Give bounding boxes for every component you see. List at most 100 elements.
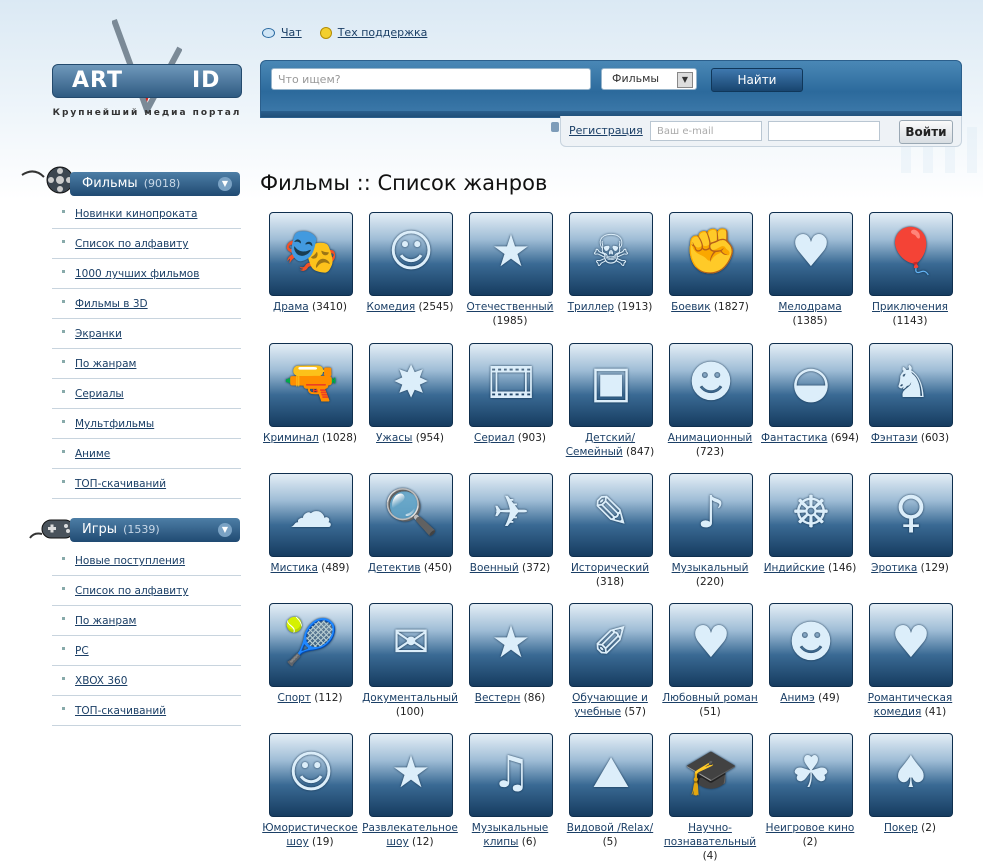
genre-tile[interactable]: 🎞 (469, 343, 553, 427)
sidebar-games-item[interactable]: XBOX 360 (52, 666, 241, 696)
genre-tile[interactable]: ☠ (569, 212, 653, 296)
login-button[interactable]: Войти (899, 120, 953, 144)
sidebar-films-link[interactable]: Сериалы (75, 388, 124, 400)
genre-tile[interactable]: ★ (469, 212, 553, 296)
genre-tile[interactable]: ◒ (769, 343, 853, 427)
sidebar-films-item[interactable]: Экранки (52, 319, 241, 349)
sidebar-films-item[interactable]: 1000 лучших фильмов (52, 259, 241, 289)
genre-link[interactable]: Драма (273, 301, 309, 313)
genre-tile[interactable]: ★ (469, 603, 553, 687)
genre-link[interactable]: Спорт (278, 692, 311, 704)
genre-tile[interactable]: ♀ (869, 473, 953, 557)
sidebar-films-link[interactable]: 1000 лучших фильмов (75, 268, 199, 280)
genre-tile[interactable]: ☻ (769, 603, 853, 687)
genre-tile[interactable]: ✈ (469, 473, 553, 557)
sidebar-films-link[interactable]: Список по алфавиту (75, 238, 188, 250)
genre-link[interactable]: Детектив (368, 562, 421, 574)
genre-tile[interactable]: ♪ (669, 473, 753, 557)
genre-tile[interactable]: ♫ (469, 733, 553, 817)
support-link[interactable]: Тех поддержка (319, 26, 427, 39)
sidebar-films-link[interactable]: Фильмы в 3D (75, 298, 148, 310)
genre-tile[interactable]: ♥ (669, 603, 753, 687)
genre-link[interactable]: Документальный (362, 692, 458, 704)
genre-link[interactable]: Научно-познавательный (664, 822, 756, 848)
genre-link[interactable]: Исторический (571, 562, 649, 574)
chevron-down-icon[interactable]: ▼ (677, 72, 693, 88)
genre-tile[interactable]: ☺ (369, 212, 453, 296)
sidebar-films-header[interactable]: Фильмы (9018) ▼ (70, 172, 240, 196)
genre-tile[interactable]: ☘ (769, 733, 853, 817)
genre-tile[interactable]: ✎ (569, 473, 653, 557)
genre-link[interactable]: Музыкальные клипы (472, 822, 548, 848)
genre-tile[interactable]: ⛰ (569, 733, 653, 817)
sidebar-games-item[interactable]: PC (52, 636, 241, 666)
genre-tile[interactable]: ☻ (669, 343, 753, 427)
sidebar-films-link[interactable]: По жанрам (75, 358, 136, 370)
sidebar-films-item[interactable]: Мультфильмы (52, 409, 241, 439)
genre-tile[interactable]: 🎓 (669, 733, 753, 817)
genre-tile[interactable]: 🔍 (369, 473, 453, 557)
genre-tile[interactable]: ♥ (769, 212, 853, 296)
genre-link[interactable]: Индийские (764, 562, 825, 574)
search-button[interactable]: Найти (711, 68, 803, 92)
sidebar-films-item[interactable]: Фильмы в 3D (52, 289, 241, 319)
genre-link[interactable]: Военный (470, 562, 519, 574)
register-link[interactable]: Регистрация (569, 124, 643, 137)
genre-link[interactable]: Мистика (271, 562, 318, 574)
email-field[interactable]: Ваш e-mail (650, 121, 762, 141)
genre-link[interactable]: Ужасы (376, 432, 412, 444)
sidebar-games-link[interactable]: ТОП-скачиваний (75, 705, 166, 717)
sidebar-games-link[interactable]: Новые поступления (75, 555, 185, 567)
sidebar-films-item[interactable]: Список по алфавиту (52, 229, 241, 259)
sidebar-games-item[interactable]: ТОП-скачиваний (52, 696, 241, 726)
sidebar-films-link[interactable]: ТОП-скачиваний (75, 478, 166, 490)
genre-link[interactable]: Сериал (474, 432, 514, 444)
genre-link[interactable]: Видовой /Relax/ (567, 822, 653, 834)
sidebar-films-item[interactable]: Аниме (52, 439, 241, 469)
genre-link[interactable]: Фэнтази (871, 432, 918, 444)
search-input[interactable]: Что ищем? (271, 68, 591, 90)
genre-link[interactable]: Покер (884, 822, 918, 834)
search-category-select[interactable]: Фильмы ▼ (601, 68, 697, 90)
genre-link[interactable]: Музыкальный (672, 562, 749, 574)
site-logo[interactable]: ART ID Крупнейший медиа портал (52, 18, 242, 128)
genre-tile[interactable]: ♠ (869, 733, 953, 817)
password-field[interactable] (768, 121, 880, 141)
genre-tile[interactable]: ✸ (369, 343, 453, 427)
genre-tile[interactable]: 🔫 (269, 343, 353, 427)
sidebar-games-link[interactable]: Список по алфавиту (75, 585, 188, 597)
genre-link[interactable]: Любовный роман (662, 692, 757, 704)
genre-link[interactable]: Эротика (871, 562, 917, 574)
sidebar-games-header[interactable]: Игры (1539) ▼ (70, 518, 240, 542)
sidebar-games-item[interactable]: По жанрам (52, 606, 241, 636)
sidebar-films-item[interactable]: По жанрам (52, 349, 241, 379)
genre-link[interactable]: Вестерн (475, 692, 521, 704)
genre-link[interactable]: Фантастика (761, 432, 827, 444)
genre-link[interactable]: Комедия (367, 301, 416, 313)
genre-tile[interactable]: ✊ (669, 212, 753, 296)
genre-link[interactable]: Анимэ (780, 692, 815, 704)
chat-link[interactable]: Чат (262, 26, 302, 39)
genre-link[interactable]: Анимационный (668, 432, 752, 444)
genre-link[interactable]: Мелодрама (778, 301, 841, 313)
sidebar-films-link[interactable]: Аниме (75, 448, 110, 460)
genre-link[interactable]: Триллер (568, 301, 614, 313)
genre-link[interactable]: Боевик (671, 301, 710, 313)
genre-tile[interactable]: ✉ (369, 603, 453, 687)
genre-tile[interactable]: ✐ (569, 603, 653, 687)
sidebar-films-link[interactable]: Мультфильмы (75, 418, 154, 430)
genre-link[interactable]: Неигровое кино (766, 822, 855, 834)
genre-tile[interactable]: ☁ (269, 473, 353, 557)
sidebar-games-link[interactable]: PC (75, 645, 89, 657)
sidebar-games-link[interactable]: XBOX 360 (75, 675, 127, 687)
sidebar-games-link[interactable]: По жанрам (75, 615, 136, 627)
genre-link[interactable]: Отечественный (467, 301, 554, 313)
sidebar-films-link[interactable]: Новинки кинопроката (75, 208, 197, 220)
genre-tile[interactable]: ☸ (769, 473, 853, 557)
sidebar-films-item[interactable]: Сериалы (52, 379, 241, 409)
sidebar-games-item[interactable]: Новые поступления (52, 546, 241, 576)
genre-tile[interactable]: ♥ (869, 603, 953, 687)
chevron-down-icon[interactable]: ▼ (218, 523, 232, 537)
genre-tile[interactable]: ★ (369, 733, 453, 817)
genre-tile[interactable]: 🎈 (869, 212, 953, 296)
